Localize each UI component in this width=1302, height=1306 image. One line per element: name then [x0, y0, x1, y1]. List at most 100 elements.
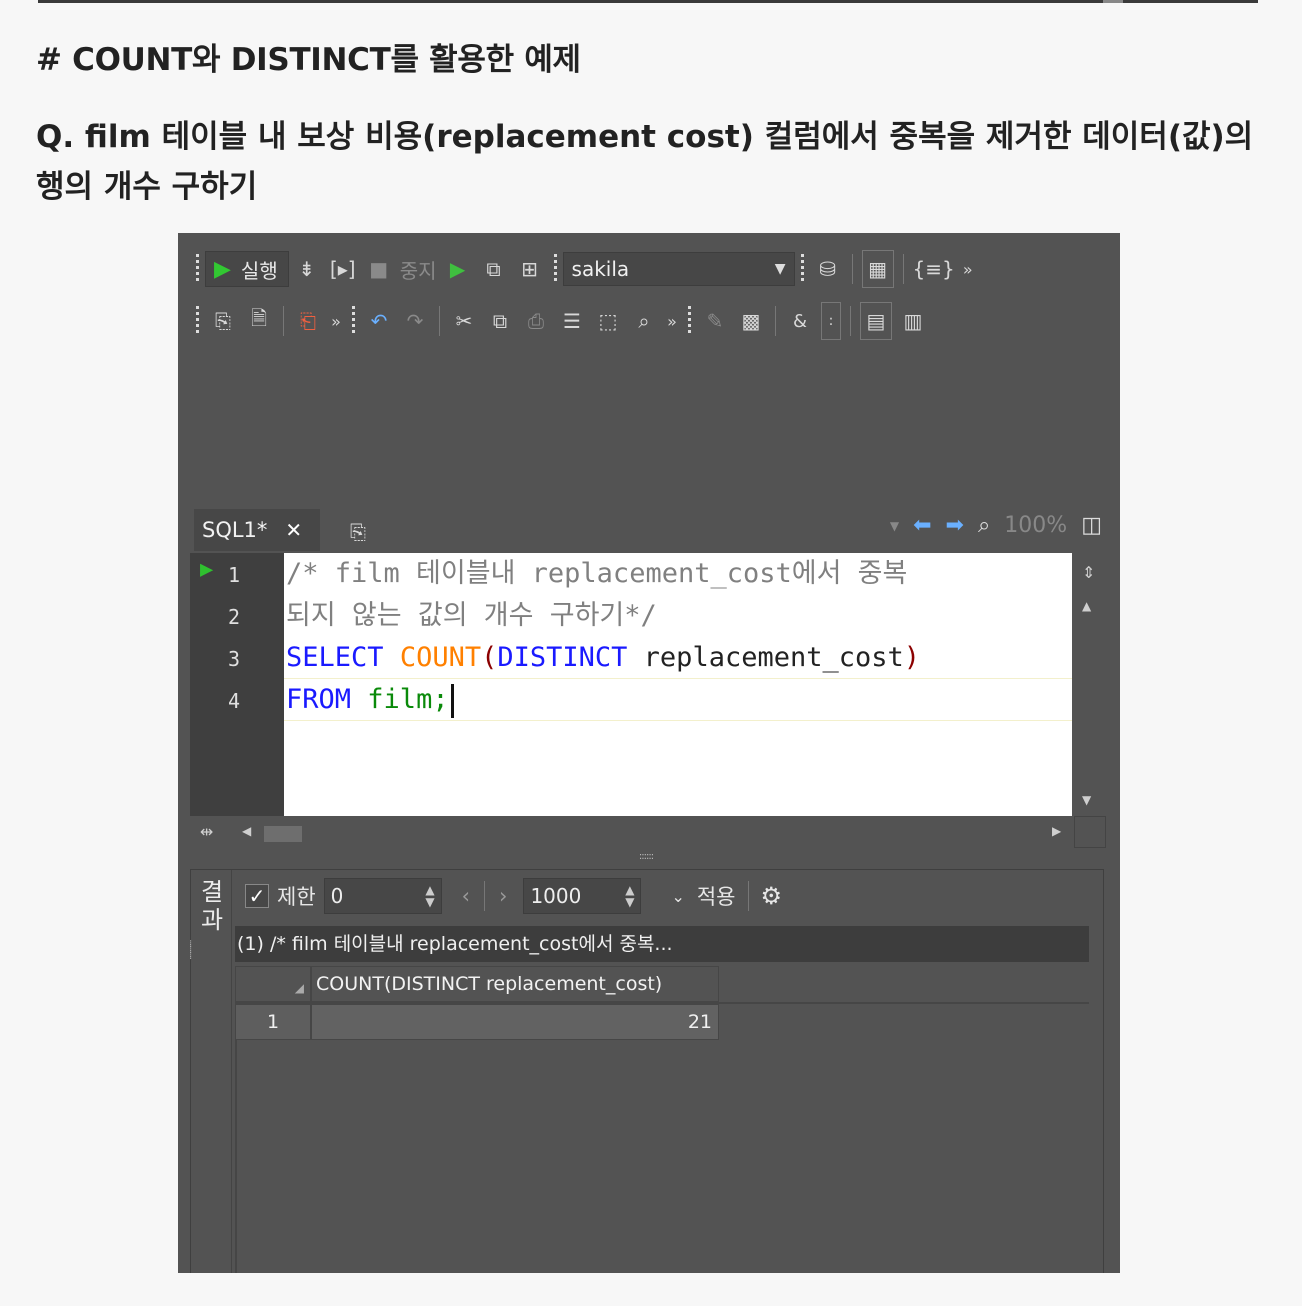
chevron-down-icon[interactable]: ⌄: [671, 887, 684, 906]
select-all-icon[interactable]: ⬚: [593, 304, 623, 338]
settings-gear-icon[interactable]: ⚙: [761, 882, 783, 910]
play-icon: ▶: [214, 256, 231, 282]
close-tab-icon[interactable]: ✕: [285, 518, 302, 542]
editor-vertical-scrollbar[interactable]: ⇕ ▲ ▼: [1072, 553, 1106, 816]
pager-divider: [484, 881, 486, 911]
line-gutter: ▶ 1 2 3 4: [190, 553, 284, 816]
line-number: 1: [228, 563, 241, 587]
toolbar-grip[interactable]: [196, 254, 199, 284]
dropdown-arrow-icon: ▼: [774, 261, 786, 277]
redo-icon[interactable]: ↷: [400, 304, 430, 338]
offset-value: 0: [330, 884, 344, 908]
split-view-icon[interactable]: ◫: [1081, 513, 1102, 538]
explain-run-icon[interactable]: ▶: [443, 252, 473, 286]
refresh-panel-icon[interactable]: ▥: [898, 304, 928, 338]
main-toolbar: ▶ 실행 ⇟ [▸] ■ 중지 ▶ ⧉ ⊞ sakila ▼ ⛁ ▦ {≡} »: [190, 247, 978, 291]
toolbar-divider-6: [850, 306, 851, 336]
scroll-right-icon[interactable]: ▶: [1052, 824, 1061, 838]
results-side-label: 결과: [200, 878, 224, 934]
zoom-icon[interactable]: ⌕: [978, 513, 990, 538]
query-tab-bar: SQL1* ✕ ⎘ ▼ ⬅ ➡ ⌕ 100% ◫: [190, 505, 1106, 551]
limit-checkbox[interactable]: ✓: [245, 884, 269, 908]
stop-label[interactable]: 중지: [400, 252, 437, 286]
grid-left-line: [235, 1040, 237, 1273]
cut-icon[interactable]: ✂: [449, 304, 479, 338]
previous-page-icon[interactable]: ‹: [462, 884, 470, 908]
more-toolbar-icon-3[interactable]: »: [665, 304, 679, 338]
row-index[interactable]: 1: [235, 1004, 311, 1040]
scroll-left-icon[interactable]: ◀: [242, 824, 251, 838]
undo-icon[interactable]: ↶: [364, 304, 394, 338]
horizontal-scroll-thumb[interactable]: [264, 826, 302, 842]
zoom-level[interactable]: 100%: [1004, 513, 1067, 538]
format-icon[interactable]: ✎: [700, 304, 730, 338]
code-line-2: 되지 않는 값의 개수 구하기*/: [286, 600, 657, 631]
editor-controls: ▼ ⬅ ➡ ⌕ 100% ◫: [890, 513, 1102, 538]
next-page-icon[interactable]: ›: [499, 884, 507, 908]
stop-icon[interactable]: ■: [364, 252, 394, 286]
close-file-icon[interactable]: ⎗: [293, 304, 323, 338]
scroll-up-icon[interactable]: ▲: [1082, 599, 1091, 613]
toggle-comment-icon[interactable]: ▩: [736, 304, 766, 338]
tab-sql1[interactable]: SQL1* ✕: [194, 509, 320, 551]
beautify-sql-icon[interactable]: ☰: [557, 304, 587, 338]
more-toolbar-icon-2[interactable]: »: [329, 304, 343, 338]
new-tab-icon[interactable]: ⎘: [343, 515, 373, 549]
paste-icon[interactable]: ⎙: [521, 304, 551, 338]
grid-corner-header[interactable]: ◢: [235, 966, 311, 1002]
toolbar-grip-6[interactable]: [688, 306, 691, 336]
sql-db-icon[interactable]: ⛁: [813, 252, 843, 286]
tab-list-icon[interactable]: ▼: [890, 519, 899, 533]
database-select[interactable]: sakila ▼: [562, 252, 795, 286]
delimiter-icon[interactable]: :: [821, 302, 841, 340]
result-set-title[interactable]: (1) /* film 테이블내 replacement_cost에서 중복..…: [235, 926, 1089, 962]
copy-icon[interactable]: ⧉: [485, 304, 515, 338]
previous-icon[interactable]: ⬅: [913, 513, 931, 538]
line-number: 2: [228, 605, 241, 629]
split-editor-icon[interactable]: ⇕: [1082, 563, 1095, 582]
column-header[interactable]: COUNT(DISTINCT replacement_cost): [311, 966, 719, 1002]
format-brackets-icon[interactable]: {≡}: [913, 252, 955, 286]
toolbar-grip-5[interactable]: [352, 306, 355, 336]
output-panel-icon[interactable]: ▤: [860, 302, 892, 340]
query-plan-icon[interactable]: ⊞: [515, 252, 545, 286]
scrollbar-corner: [1074, 816, 1106, 848]
panel-splitter[interactable]: ::::::: [633, 851, 659, 862]
toolbar-grip-3[interactable]: [800, 254, 804, 284]
sql-editor[interactable]: ▶ 1 2 3 4 /* film 테이블내 replacement_cost에…: [190, 553, 1072, 816]
stepper-arrows-icon[interactable]: ▲ ▼: [425, 884, 434, 908]
toolbar-divider-2: [902, 254, 904, 284]
code-line-1: /* film 테이블내 replacement_cost에서 중복: [286, 558, 908, 589]
offset-stepper[interactable]: 0 ▲ ▼: [323, 878, 442, 914]
current-line-highlight-2: [284, 679, 1072, 721]
page-top-border: [38, 0, 1258, 3]
toolbar-grip-4[interactable]: [196, 306, 199, 336]
result-grid: ◢ COUNT(DISTINCT replacement_cost) 1 21: [235, 966, 1089, 1273]
grip-icon: [1103, 0, 1123, 3]
apply-button[interactable]: 적용: [697, 881, 736, 911]
run-current-icon[interactable]: [▸]: [328, 252, 358, 286]
side-grip-icon[interactable]: ⁞ ⁞ ⁞: [189, 940, 192, 962]
stepper-arrows-icon-2[interactable]: ▲ ▼: [625, 884, 634, 908]
split-horizontal-icon[interactable]: ⇹: [200, 822, 213, 841]
toolbar-grip-2[interactable]: [553, 254, 557, 284]
next-icon[interactable]: ➡: [946, 513, 964, 538]
scroll-down-icon[interactable]: ▼: [1082, 793, 1091, 807]
section-heading: # COUNT와 DISTINCT를 활용한 예제: [36, 42, 581, 78]
ampersand-icon[interactable]: &: [785, 304, 815, 338]
rows-stepper[interactable]: 1000 ▲ ▼: [523, 878, 642, 914]
select-all-triangle-icon: ◢: [294, 981, 304, 995]
code-area[interactable]: /* film 테이블내 replacement_cost에서 중복 되지 않는…: [284, 553, 1072, 816]
open-file-icon[interactable]: 🗎: [244, 304, 274, 338]
new-file-icon[interactable]: ⎘: [208, 304, 238, 338]
results-side-tab[interactable]: 결과 ⁞ ⁞ ⁞: [189, 870, 232, 1273]
editor-horizontal-scrollbar[interactable]: ⇹ ◀ ▶: [190, 816, 1074, 848]
find-icon[interactable]: ⌕: [629, 304, 659, 338]
execution-marker-icon: ▶: [200, 557, 214, 582]
explain-plan-icon[interactable]: ⧉: [479, 252, 509, 286]
run-selection-icon[interactable]: ⇟: [292, 252, 322, 286]
grid-view-icon[interactable]: ▦: [861, 250, 894, 288]
more-toolbar-icon[interactable]: »: [961, 252, 975, 286]
result-cell[interactable]: 21: [311, 1004, 719, 1040]
run-button[interactable]: ▶ 실행: [205, 251, 289, 287]
